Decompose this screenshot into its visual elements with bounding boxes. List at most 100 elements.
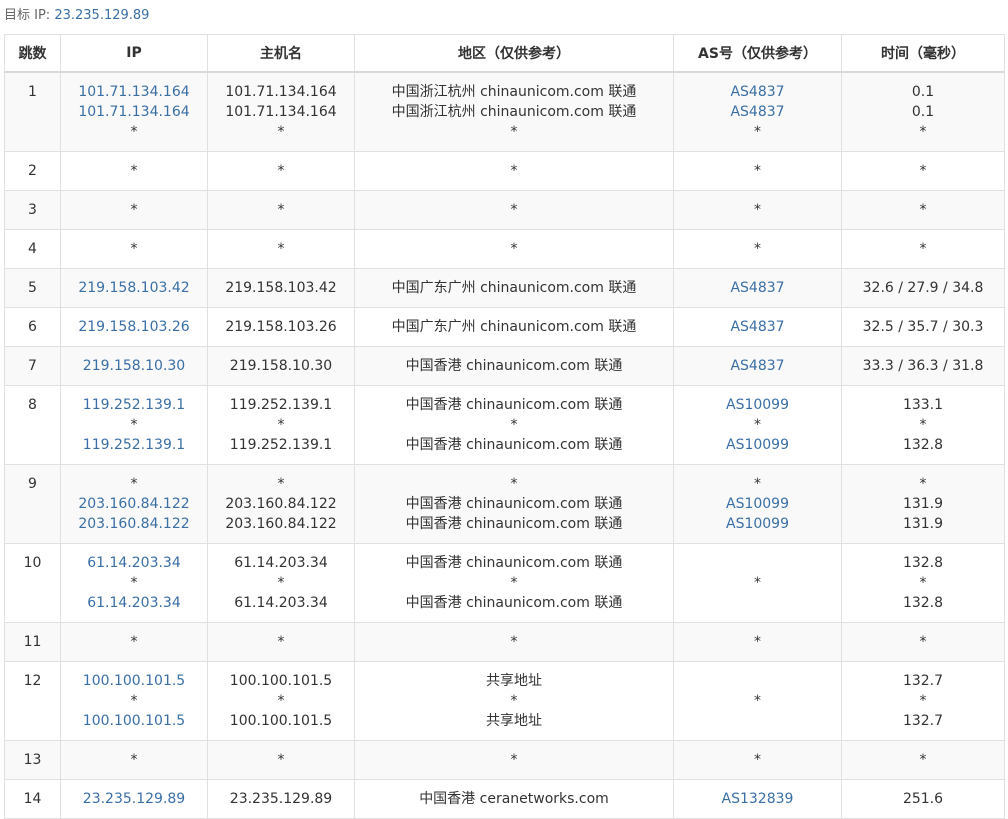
as-value-link[interactable]: AS10099 — [676, 514, 839, 534]
region-cell: * — [354, 229, 674, 269]
region-value: 中国浙江杭州 chinaunicom.com 联通 — [391, 104, 637, 120]
ip-value-link[interactable]: 100.100.101.5 — [63, 671, 205, 691]
ip-value-link[interactable]: 203.160.84.122 — [63, 514, 205, 534]
header-as: AS号（仅供参考） — [673, 34, 842, 73]
as-value-link[interactable]: AS132839 — [676, 789, 839, 809]
as-value: * — [754, 417, 761, 433]
as-value-link[interactable]: AS4837 — [676, 102, 839, 122]
ip-value: * — [130, 752, 138, 768]
ip-cell: 119.252.139.1 * 119.252.139.1 — [60, 385, 208, 465]
time-value: 131.9 — [902, 516, 944, 532]
ip-value-link[interactable]: 203.160.84.122 — [63, 494, 205, 514]
target-ip-line: 目标 IP: 23.235.129.89 — [0, 0, 1008, 34]
time-value: * — [919, 693, 927, 709]
target-ip-label: 目标 IP: — [4, 8, 51, 23]
as-value-link[interactable]: AS4837 — [676, 278, 839, 298]
host-value: 101.71.134.164 — [225, 84, 337, 100]
host-value: * — [277, 476, 285, 492]
region-value: 中国广东广州 chinaunicom.com 联通 — [391, 319, 637, 335]
as-cell: * — [673, 622, 842, 662]
time-cell: 33.3 / 36.3 / 31.8 — [841, 346, 1005, 386]
ip-cell: 101.71.134.164 101.71.134.164 * — [60, 71, 208, 152]
hostname-cell: 219.158.10.30 — [207, 346, 355, 386]
ip-value-link[interactable]: 119.252.139.1 — [63, 395, 205, 415]
ip-value-link[interactable]: 219.158.103.42 — [63, 278, 205, 298]
ip-value-link[interactable]: 101.71.134.164 — [63, 82, 205, 102]
header-time: 时间（毫秒） — [841, 34, 1005, 73]
host-value: * — [277, 241, 285, 257]
host-value: * — [277, 693, 285, 709]
hostname-cell: * — [207, 229, 355, 269]
ip-value-link[interactable]: 61.14.203.34 — [63, 553, 205, 573]
ip-value: * — [130, 476, 138, 492]
as-value: * — [754, 634, 761, 650]
table-row: 12 100.100.101.5 * 100.100.101.5 100.100.101… — [4, 661, 1005, 741]
as-value-link[interactable]: AS10099 — [676, 395, 839, 415]
ip-value-link[interactable]: 219.158.10.30 — [63, 356, 205, 376]
as-value-link[interactable]: AS10099 — [676, 435, 839, 455]
region-value: * — [510, 693, 518, 709]
table-row: 5 219.158.103.42 219.158.103.42 中国广东广州 chin… — [4, 268, 1005, 308]
region-cell: * — [354, 151, 674, 191]
ip-cell: 23.235.129.89 — [60, 779, 208, 819]
hop-cell: 4 — [4, 229, 61, 269]
host-value: * — [277, 575, 285, 591]
as-value-link[interactable]: AS4837 — [676, 82, 839, 102]
table-header: 跳数 IP 主机名 地区（仅供参考） AS号（仅供参考） 时间（毫秒） — [4, 34, 1005, 73]
host-value: * — [277, 163, 285, 179]
region-cell: 中国香港 chinaunicom.com 联通 * 中国香港 chinaunicom… — [354, 385, 674, 465]
ip-value-link[interactable]: 119.252.139.1 — [63, 435, 205, 455]
ip-value: * — [130, 693, 138, 709]
ip-value: * — [130, 241, 138, 257]
table-row: 9 * 203.160.84.122 203.160.84.122 * 203.160.8… — [4, 464, 1005, 544]
region-value: 共享地址 — [486, 713, 542, 729]
host-value: 219.158.103.26 — [225, 319, 337, 335]
header-hop: 跳数 — [4, 34, 61, 73]
as-cell: * — [673, 229, 842, 269]
host-value: 203.160.84.122 — [225, 496, 337, 512]
hostname-cell: * — [207, 740, 355, 780]
ip-value: * — [130, 202, 138, 218]
region-value: 中国香港 chinaunicom.com 联通 — [405, 555, 623, 571]
time-cell: * — [841, 622, 1005, 662]
hop-cell: 2 — [4, 151, 61, 191]
time-value: 132.7 — [902, 713, 944, 729]
as-cell: * — [673, 740, 842, 780]
ip-value-link[interactable]: 219.158.103.26 — [63, 317, 205, 337]
region-value: * — [510, 202, 518, 218]
header-ip: IP — [60, 34, 208, 73]
table-row: 11 * * * * * — [4, 622, 1005, 662]
ip-value-link[interactable]: 61.14.203.34 — [63, 593, 205, 613]
ip-cell: * 203.160.84.122 203.160.84.122 — [60, 464, 208, 544]
hostname-cell: 119.252.139.1 * 119.252.139.1 — [207, 385, 355, 465]
as-cell: * AS10099 AS10099 — [673, 464, 842, 544]
as-value-link[interactable]: AS4837 — [676, 356, 839, 376]
ip-value-link[interactable]: 100.100.101.5 — [63, 711, 205, 731]
as-cell: AS4837 — [673, 268, 842, 308]
hostname-cell: 100.100.101.5 * 100.100.101.5 — [207, 661, 355, 741]
ip-cell: 100.100.101.5 * 100.100.101.5 — [60, 661, 208, 741]
as-value: * — [754, 752, 761, 768]
hop-cell: 7 — [4, 346, 61, 386]
as-value: * — [754, 693, 761, 709]
ip-value-link[interactable]: 23.235.129.89 — [63, 789, 205, 809]
time-value: * — [919, 575, 927, 591]
ip-value-link[interactable]: 101.71.134.164 — [63, 102, 205, 122]
as-cell: * — [673, 543, 842, 623]
as-value-link[interactable]: AS10099 — [676, 494, 839, 514]
hostname-cell: 23.235.129.89 — [207, 779, 355, 819]
region-value: 共享地址 — [486, 673, 542, 689]
region-cell: 中国浙江杭州 chinaunicom.com 联通 中国浙江杭州 chinauni… — [354, 71, 674, 152]
hop-cell: 9 — [4, 464, 61, 544]
ip-cell: * — [60, 229, 208, 269]
as-value-link[interactable]: AS4837 — [676, 317, 839, 337]
region-value: * — [510, 575, 518, 591]
hostname-cell: 219.158.103.42 — [207, 268, 355, 308]
host-value: * — [277, 634, 285, 650]
hop-cell: 6 — [4, 307, 61, 347]
ip-cell: * — [60, 622, 208, 662]
host-value: * — [277, 417, 285, 433]
host-value: 119.252.139.1 — [229, 397, 333, 413]
hop-cell: 10 — [4, 543, 61, 623]
region-cell: 中国广东广州 chinaunicom.com 联通 — [354, 307, 674, 347]
